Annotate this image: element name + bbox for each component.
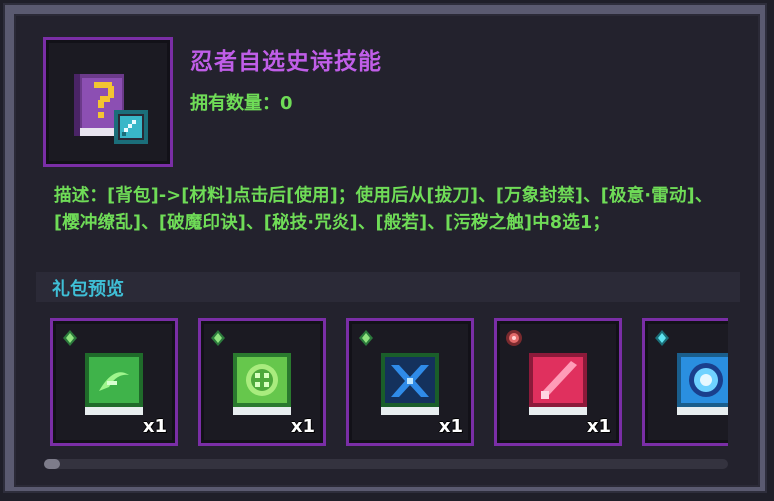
preview-header: 礼包预览: [36, 272, 740, 302]
preview-item-slot[interactable]: x1: [198, 318, 326, 446]
green-swirl-skill-book-icon: [85, 353, 143, 415]
cyan-gem-icon: [655, 330, 669, 346]
red-gem-icon: [506, 330, 522, 346]
item-quantity: x1: [290, 416, 315, 437]
green-gem-icon: [211, 330, 225, 346]
item-description: 描述：[背包]->[材料]点击后[使用]；使用后从[拔刀]、[万象封禁]、[极意…: [54, 186, 713, 233]
blue-orb-skill-book-icon: [677, 353, 728, 415]
item-quantity: x1: [438, 416, 463, 437]
green-gem-icon: [359, 330, 373, 346]
green-rune-skill-book-icon: [233, 353, 291, 415]
preview-item-slot[interactable]: x1: [50, 318, 178, 446]
red-slash-skill-book-icon: [529, 353, 587, 415]
epic-skill-selector-book-icon: [74, 74, 148, 144]
preview-item-list[interactable]: x1 x1 x1 x1: [50, 318, 728, 450]
blue-cross-skill-book-icon: [381, 353, 439, 415]
green-gem-icon: [63, 330, 77, 346]
preview-scrollbar[interactable]: [44, 459, 728, 469]
item-count: 拥有数量：0: [190, 93, 293, 114]
preview-item-slot[interactable]: x1: [346, 318, 474, 446]
scrollbar-thumb[interactable]: [44, 459, 60, 469]
preview-item-slot[interactable]: x1: [494, 318, 622, 446]
preview-title: 礼包预览: [52, 279, 124, 300]
item-quantity: x1: [142, 416, 167, 437]
item-icon-slot: [43, 37, 173, 167]
item-quantity: x1: [586, 416, 611, 437]
preview-item-slot[interactable]: x1: [642, 318, 728, 446]
item-title: 忍者自选史诗技能: [190, 49, 382, 75]
